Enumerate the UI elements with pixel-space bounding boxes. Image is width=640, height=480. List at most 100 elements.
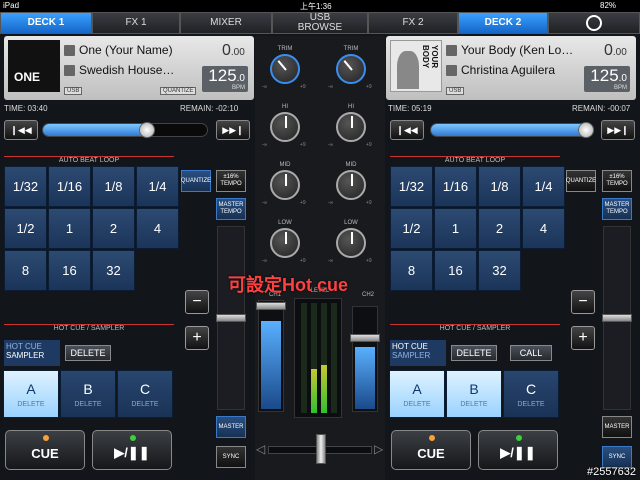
deck2-play-pause-button[interactable]: ▶/❚❚ [478, 430, 558, 470]
deck1-tempo-minus-button[interactable]: − [185, 290, 209, 314]
knob-indicator [285, 174, 287, 186]
ch2-hi-knob[interactable] [336, 112, 366, 142]
deck2-usb-tag: USB [446, 87, 465, 95]
ch1-trim-knob[interactable] [270, 54, 300, 84]
deck2-master-tempo-button[interactable]: MASTER TEMPO [602, 198, 632, 220]
deck1-hotcue-b[interactable]: B DELETE [60, 370, 116, 418]
ch2-mid-label: MID [345, 162, 357, 168]
deck1-usb-tag: USB [64, 87, 83, 95]
deck2-loop-pad[interactable]: 1/32 [390, 166, 433, 207]
deck1-progress-thumb[interactable] [138, 122, 155, 138]
deck1-loop-pad[interactable]: 1/2 [4, 208, 47, 249]
deck2-hotcue-a[interactable]: A DELETE [389, 370, 445, 418]
deck2-progress-thumb[interactable] [578, 122, 594, 138]
deck1-loop-pad[interactable]: 1/4 [136, 166, 179, 207]
deck2-next-track-button[interactable]: ▶▶❙ [601, 120, 635, 140]
ch2-mid-knob[interactable] [336, 170, 366, 200]
cue-led-icon [429, 435, 435, 441]
deck2-loop-pad[interactable]: 2 [478, 208, 521, 249]
deck1-quantize-button[interactable]: QUANTIZE [181, 170, 211, 192]
deck1-master-button[interactable]: MASTER [216, 416, 246, 438]
deck2-loop-pad[interactable]: 1/2 [390, 208, 433, 249]
deck1-loop-pad[interactable]: 2 [92, 208, 135, 249]
tab-usb-browse[interactable]: USB BROWSE [272, 12, 368, 34]
deck1-track-info[interactable]: ONE One (Your Name) Swedish House… 0.00 … [4, 36, 254, 100]
deck1-cue-button[interactable]: CUE [5, 430, 85, 470]
deck2-hotcue-sampler-toggle[interactable]: HOT CUE SAMPLER [390, 340, 446, 366]
deck2-loop-pad[interactable]: 1/16 [434, 166, 477, 207]
deck1-prev-track-button[interactable]: ❙◀◀ [4, 120, 38, 140]
deck1-loop-pad[interactable]: 1/16 [48, 166, 91, 207]
tab-deck2[interactable]: DECK 2 [458, 12, 548, 34]
ch2-trim-knob[interactable] [336, 54, 366, 84]
ch2-low-knob[interactable] [336, 228, 366, 258]
deck1-hotcue-c[interactable]: C DELETE [117, 370, 173, 418]
deck1-artist: Swedish House… [79, 63, 175, 77]
deck2-loop-pad[interactable]: 4 [522, 208, 565, 249]
deck2-hotcue-c[interactable]: C DELETE [503, 370, 559, 418]
link-icon-button[interactable] [548, 12, 640, 34]
deck1-tempo-plus-button[interactable]: + [185, 326, 209, 350]
deck2-tempo-range-button[interactable]: ±16% TEMPO [602, 170, 632, 192]
knob-indicator [351, 232, 353, 244]
deck2-loop-pad[interactable]: 1 [434, 208, 477, 249]
knob-scale-max: +9 [300, 84, 306, 90]
deck2-quantize-button[interactable]: QUANTIZE [566, 170, 596, 192]
deck1-loop-pad[interactable]: 4 [136, 208, 179, 249]
deck1-play-pause-button[interactable]: ▶/❚❚ [92, 430, 172, 470]
deck1-loop-pad[interactable]: 1/32 [4, 166, 47, 207]
ch1-low-label: LOW [278, 220, 292, 226]
deck1-hotcue-a[interactable]: A DELETE [3, 370, 59, 418]
deck1-tempo-range-button[interactable]: ±16% TEMPO [216, 170, 246, 192]
deck2-prev-track-button[interactable]: ❙◀◀ [390, 120, 424, 140]
deck2-track-info[interactable]: YOUR BODY Your Body (Ken Lo… Christina A… [386, 36, 636, 100]
deck1-bpm: 125.0 BPM [202, 66, 248, 92]
deck1-master-tempo-button[interactable]: MASTER TEMPO [216, 198, 246, 220]
deck2-loop-pad[interactable]: 1/8 [478, 166, 521, 207]
ch2-fader[interactable] [352, 306, 378, 412]
ch1-fader[interactable] [258, 300, 284, 412]
deck2-master-button[interactable]: MASTER [602, 416, 632, 438]
deck1-loop-pad[interactable]: 8 [4, 250, 47, 291]
ch1-low-knob[interactable] [270, 228, 300, 258]
deck2-sync-button[interactable]: SYNC [602, 446, 632, 468]
ch1-hi-knob[interactable] [270, 112, 300, 142]
deck1-hotcue-sampler-toggle[interactable]: HOT CUE SAMPLER [4, 340, 60, 366]
deck2-tempo-plus-button[interactable]: + [571, 326, 595, 350]
deck2-progress-bar[interactable] [430, 123, 594, 137]
ch1-mid-knob[interactable] [270, 170, 300, 200]
ch2-fader-thumb[interactable] [350, 334, 380, 342]
ch1-fader-thumb[interactable] [256, 302, 286, 310]
deck1-sync-button[interactable]: SYNC [216, 446, 246, 468]
cue-led-icon [43, 435, 49, 441]
deck2-loop-pad[interactable]: 16 [434, 250, 477, 291]
play-led-icon [130, 435, 136, 441]
deck2-call-button[interactable]: CALL [510, 345, 552, 361]
deck2-title-line: Your Body (Ken Lo… [446, 40, 576, 60]
deck1-loop-pad[interactable]: 1 [48, 208, 91, 249]
crossfader-thumb[interactable] [316, 434, 326, 464]
deck2-key: 0.00 [604, 42, 627, 59]
deck2-loop-pad[interactable]: 8 [390, 250, 433, 291]
tab-deck1[interactable]: DECK 1 [0, 12, 92, 34]
deck2-hotcue-b[interactable]: B DELETE [446, 370, 502, 418]
tab-fx1[interactable]: FX 1 [92, 12, 180, 34]
deck1-loop-pad[interactable]: 1/8 [92, 166, 135, 207]
deck1-next-track-button[interactable]: ▶▶❙ [216, 120, 250, 140]
deck2-loop-pad[interactable]: 1/4 [522, 166, 565, 207]
knob-scale-min: -∞ [328, 142, 334, 148]
deck1-loop-pad[interactable]: 16 [48, 250, 91, 291]
ch2-hi-label: HI [348, 104, 354, 110]
deck2-tempo-minus-button[interactable]: − [571, 290, 595, 314]
deck1-progress-bar[interactable] [42, 123, 208, 137]
deck2-delete-button[interactable]: DELETE [451, 345, 497, 361]
deck1-loop-pad[interactable]: 32 [92, 250, 135, 291]
deck1-delete-button[interactable]: DELETE [65, 345, 111, 361]
deck2-cue-button[interactable]: CUE [391, 430, 471, 470]
deck2-title: Your Body (Ken Lo… [461, 43, 574, 57]
deck1-tempo-thumb[interactable] [216, 314, 246, 322]
deck2-loop-pad[interactable]: 32 [478, 250, 521, 291]
tab-mixer[interactable]: MIXER [180, 12, 272, 34]
tab-fx2[interactable]: FX 2 [368, 12, 458, 34]
deck2-tempo-thumb[interactable] [602, 314, 632, 322]
